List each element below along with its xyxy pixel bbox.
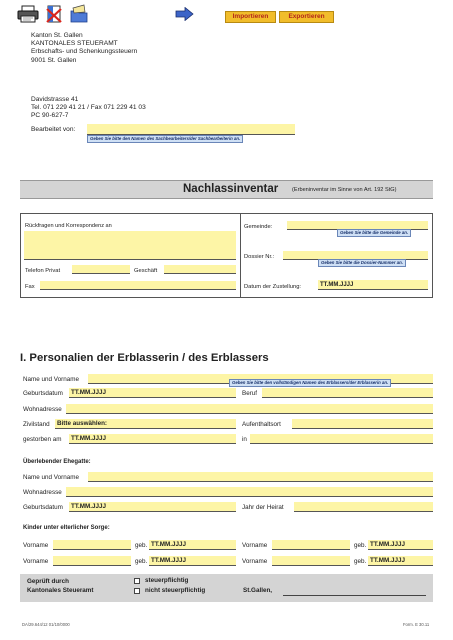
- gestorben-date: TT.MM.JJJJ: [71, 435, 106, 442]
- kind-geb-date: TT.MM.JJJJ: [151, 541, 186, 548]
- kind-geb-date: TT.MM.JJJJ: [151, 557, 186, 564]
- ehegatte-heading: Überlebender Ehegatte:: [23, 459, 91, 465]
- form-number: Form. E 30.11: [403, 622, 430, 627]
- geprueft-line1: Geprüft durch: [27, 578, 69, 585]
- clear-form-icon[interactable]: [44, 4, 64, 24]
- contact-line: Davidstrasse 41: [31, 96, 79, 103]
- gemeinde-tooltip: Geben Sie bitte die Gemeinde an.: [337, 229, 412, 238]
- gestorben-label: gestorben am: [23, 436, 62, 443]
- nicht-steuerpflichtig-label: nicht steuerpflichtig: [145, 587, 206, 594]
- bearbeitet-label: Bearbeitet von:: [31, 126, 76, 133]
- page-title: Nachlassinventar: [183, 183, 279, 195]
- ehegatte-geburtsdatum-date: TT.MM.JJJJ: [71, 503, 106, 510]
- geburtsdatum-date: TT.MM.JJJJ: [71, 389, 106, 396]
- section1-heading: I. Personalien der Erblasserin / des Erb…: [20, 352, 269, 364]
- print-icon[interactable]: [17, 5, 39, 23]
- geschaeft-label: Geschäft: [134, 268, 158, 274]
- zivilstand-label: Zivilstand: [23, 421, 50, 428]
- kind-vorname-field[interactable]: [53, 556, 131, 566]
- beruf-label: Beruf: [242, 390, 258, 397]
- kind-vorname-field[interactable]: [272, 540, 350, 550]
- telefon-label: Telefon Privat: [25, 268, 61, 274]
- address-block: Kanton St. Gallen KANTONALES STEUERAMT E…: [31, 32, 137, 65]
- save-icon[interactable]: [69, 4, 89, 24]
- ehegatte-geburtsdatum-label: Geburtsdatum: [23, 504, 63, 511]
- import-button[interactable]: Importieren: [225, 11, 276, 23]
- steuerpflichtig-label: steuerpflichtig: [145, 577, 189, 584]
- fax-label: Fax: [25, 284, 35, 290]
- export-button[interactable]: Exportieren: [279, 11, 334, 23]
- in-field[interactable]: [250, 434, 433, 444]
- ehegatte-wohnadresse-field[interactable]: [66, 487, 433, 497]
- geprueft-line2: Kantonales Steueramt: [27, 587, 94, 594]
- zustellung-label: Datum der Zustellung:: [244, 284, 302, 290]
- heirat-field[interactable]: [294, 502, 433, 512]
- ehegatte-name-label: Name und Vorname: [23, 474, 80, 481]
- zivilstand-value: Bitte auswählen:: [57, 420, 108, 427]
- rueckfragen-field[interactable]: [24, 231, 236, 260]
- address-line: Erbschafts- und Schenkungssteuern: [31, 48, 138, 56]
- geschaeft-field[interactable]: [164, 265, 236, 274]
- kinder-heading: Kinder unter elterlicher Sorge:: [23, 525, 110, 531]
- page-subtitle: (Erbeninventar im Sinne von Art. 192 StG…: [292, 187, 397, 193]
- aufenthaltsort-field[interactable]: [292, 419, 433, 429]
- kind-geb-label: geb.: [135, 558, 148, 565]
- name-label: Name und Vorname: [23, 376, 80, 383]
- wohnadresse-label: Wohnadresse: [23, 406, 62, 413]
- kind-vorname-label: Vorname: [242, 542, 268, 549]
- aufenthaltsort-label: Aufenthaltsort: [242, 421, 281, 428]
- gemeinde-label: Gemeinde:: [244, 224, 273, 230]
- name-tooltip: Geben Sie bitte den vollständigen Namen …: [229, 379, 392, 388]
- heirat-label: Jahr der Heirat: [242, 504, 284, 511]
- kind-vorname-field[interactable]: [272, 556, 350, 566]
- telefon-field[interactable]: [72, 265, 130, 274]
- address-line: 9001 St. Gallen: [31, 56, 77, 64]
- kind-vorname-field[interactable]: [53, 540, 131, 550]
- beruf-field[interactable]: [262, 388, 433, 398]
- kind-geb-date: TT.MM.JJJJ: [370, 557, 405, 564]
- box-divider: [240, 213, 241, 298]
- fax-field[interactable]: [40, 281, 236, 290]
- toolbar: Importieren Exportieren: [0, 0, 453, 30]
- ehegatte-wohnadresse-label: Wohnadresse: [23, 489, 62, 496]
- bearbeitet-tooltip: Geben Sie bitte den Namen des Sachbearbe…: [87, 135, 244, 144]
- dossier-label: Dossier Nr.:: [244, 254, 275, 260]
- bearbeitet-field[interactable]: [87, 124, 295, 135]
- nicht-steuerpflichtig-checkbox[interactable]: [134, 588, 140, 594]
- address-line: KANTONALES STEUERAMT: [31, 40, 118, 48]
- kind-vorname-label: Vorname: [242, 558, 268, 565]
- contact-line: PC 90-627-7: [31, 112, 69, 120]
- address-line: Kanton St. Gallen: [31, 32, 83, 39]
- kind-vorname-label: Vorname: [23, 542, 49, 549]
- contact-line: Tel. 071 229 41 21 / Fax 071 229 41 03: [31, 104, 146, 112]
- arrow-right-icon[interactable]: [175, 6, 194, 22]
- kind-geb-label: geb.: [354, 542, 367, 549]
- in-label: in: [242, 436, 247, 443]
- signature-line[interactable]: [283, 595, 426, 596]
- form-code: DA/29.644/12 01/10/0000: [22, 622, 70, 627]
- dossier-tooltip: Geben Sie bitte die Dossier-Nummer an.: [318, 259, 406, 268]
- wohnadresse-field[interactable]: [66, 404, 433, 414]
- ehegatte-name-field[interactable]: [88, 472, 433, 482]
- steuerpflichtig-checkbox[interactable]: [134, 578, 140, 584]
- kind-geb-label: geb.: [135, 542, 148, 549]
- geburtsdatum-label: Geburtsdatum: [23, 390, 63, 397]
- kind-geb-date: TT.MM.JJJJ: [370, 541, 405, 548]
- zustellung-date: TT.MM.JJJJ: [320, 282, 354, 288]
- contact-block: Davidstrasse 41 Tel. 071 229 41 21 / Fax…: [31, 96, 146, 121]
- ort-label: St.Gallen,: [243, 587, 273, 594]
- rueckfragen-label: Rückfragen und Korrespondenz an: [25, 223, 112, 229]
- kind-geb-label: geb.: [354, 558, 367, 565]
- kind-vorname-label: Vorname: [23, 558, 49, 565]
